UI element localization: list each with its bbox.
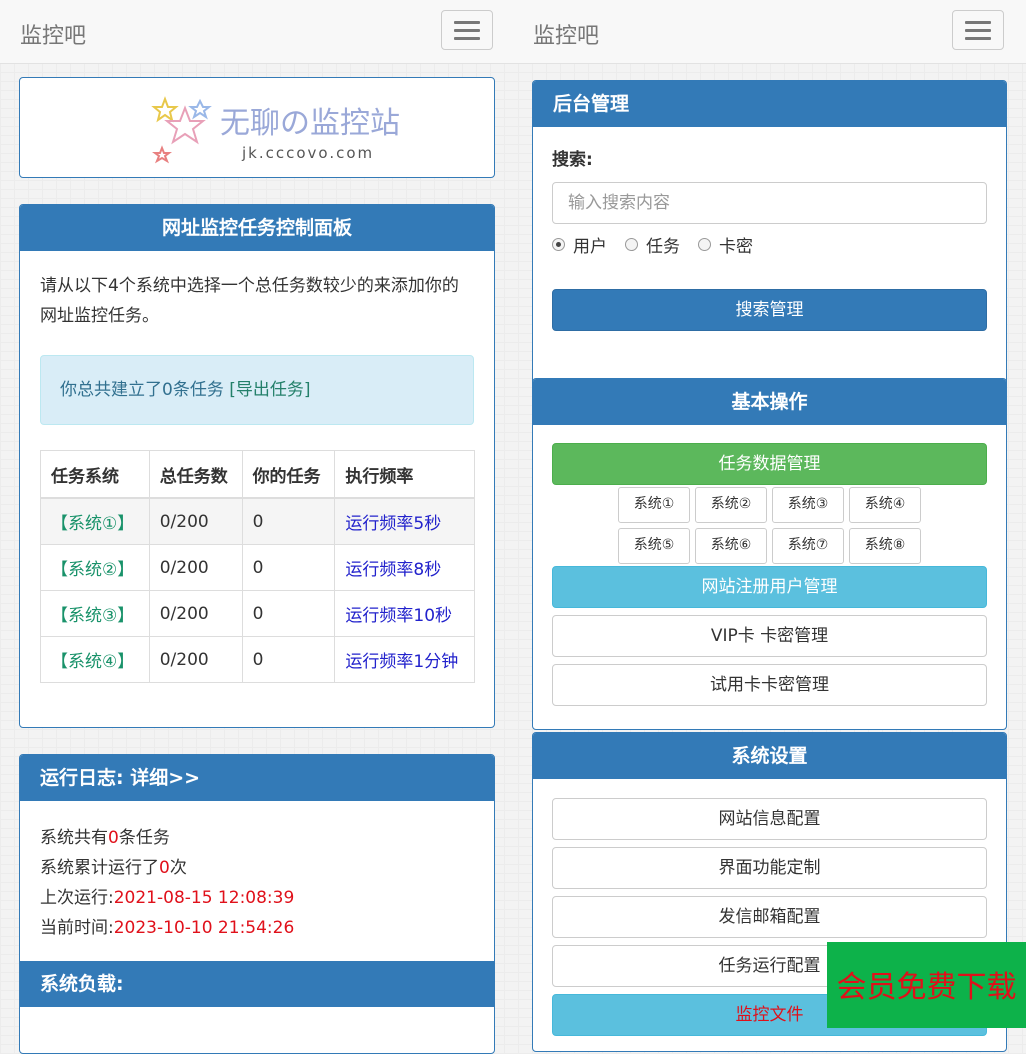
log-title-link[interactable]: 运行日志: 详细>> (20, 755, 494, 801)
vip-card-manage-button[interactable]: VIP卡 卡密管理 (552, 615, 987, 657)
ops-panel-title: 基本操作 (533, 379, 1006, 425)
promo-banner[interactable]: 会员免费下载 (827, 942, 1026, 1028)
site-logo-panel: 无聊の监控站 jk.cccovo.com (19, 77, 495, 178)
table-row: 【系统①】 0/200 0 运行频率5秒 (40, 497, 475, 545)
column-header: 你的任务 (241, 450, 336, 499)
admin-panel: 后台管理 搜索: 用户 任务 卡密 搜索管理 (532, 80, 1007, 400)
system-buttons-grid: 系统① 系统② 系统③ 系统④ 系统⑤ 系统⑥ 系统⑦ 系统⑧ (552, 487, 987, 564)
system-5-button[interactable]: 系统⑤ (618, 528, 690, 564)
task-count-alert: 你总共建立了0条任务 [导出任务] (40, 355, 474, 425)
search-type-radios: 用户 任务 卡密 (552, 232, 987, 257)
radio-unchecked-icon (625, 238, 638, 251)
system-link[interactable]: 【系统③】 (51, 606, 134, 626)
system-table: 任务系统 总任务数 你的任务 执行频率 【系统①】 0/200 0 运行频率5秒… (40, 450, 475, 683)
frequency-link[interactable]: 运行频率1分钟 (345, 652, 458, 672)
system-8-button[interactable]: 系统⑧ (849, 528, 921, 564)
top-navbar-right: 监控吧 (513, 0, 1026, 64)
my-tasks-cell: 0 (241, 636, 336, 683)
system-1-button[interactable]: 系统① (618, 487, 690, 523)
site-info-config-button[interactable]: 网站信息配置 (552, 798, 987, 840)
my-tasks-cell: 0 (241, 590, 336, 637)
my-tasks-cell: 0 (241, 497, 336, 545)
total-tasks-cell: 0/200 (148, 544, 243, 591)
task-control-panel: 网址监控任务控制面板 请从以下4个系统中选择一个总任务数较少的来添加你的网址监控… (19, 204, 495, 728)
system-link[interactable]: 【系统②】 (51, 560, 134, 580)
export-tasks-link[interactable]: [导出任务] (229, 380, 310, 400)
radio-checked-icon (552, 238, 565, 251)
alert-text: 你总共建立了0条任务 (60, 380, 230, 400)
total-tasks-cell: 0/200 (148, 590, 243, 637)
system-load-title: 系统负载: (20, 961, 494, 1007)
brand-link-right[interactable]: 监控吧 (533, 18, 599, 50)
admin-panel-title: 后台管理 (533, 81, 1006, 127)
search-label: 搜索: (552, 150, 593, 170)
run-log-panel: 运行日志: 详细>> 系统共有0条任务 系统累计运行了0次 上次运行:2021-… (19, 754, 495, 1054)
logo-domain: jk.cccovo.com (241, 144, 374, 162)
my-tasks-cell: 0 (241, 544, 336, 591)
ui-customize-button[interactable]: 界面功能定制 (552, 847, 987, 889)
table-row: 【系统③】 0/200 0 运行频率10秒 (40, 590, 475, 637)
intro-text: 请从以下4个系统中选择一个总任务数较少的来添加你的网址监控任务。 (40, 276, 459, 326)
total-tasks-cell: 0/200 (148, 497, 243, 545)
system-link[interactable]: 【系统④】 (51, 652, 134, 672)
search-manage-button[interactable]: 搜索管理 (552, 289, 987, 331)
user-manage-button[interactable]: 网站注册用户管理 (552, 566, 987, 608)
panel-title: 网址监控任务控制面板 (20, 205, 494, 251)
stars-icon (151, 96, 212, 164)
top-navbar-left: 监控吧 (0, 0, 513, 64)
radio-task[interactable]: 任务 (625, 232, 680, 257)
log-body: 系统共有0条任务 系统累计运行了0次 上次运行:2021-08-15 12:08… (20, 801, 494, 943)
system-4-button[interactable]: 系统④ (849, 487, 921, 523)
trial-card-manage-button[interactable]: 试用卡卡密管理 (552, 664, 987, 706)
logo-title: 无聊の监控站 (220, 106, 400, 141)
column-header: 任务系统 (40, 450, 150, 499)
system-6-button[interactable]: 系统⑥ (695, 528, 767, 564)
system-2-button[interactable]: 系统② (695, 487, 767, 523)
hamburger-icon (965, 20, 991, 24)
mail-config-button[interactable]: 发信邮箱配置 (552, 896, 987, 938)
log-line-run-count: 系统累计运行了0次 (40, 858, 187, 878)
hamburger-icon (454, 20, 480, 24)
log-line-task-count: 系统共有0条任务 (40, 828, 170, 848)
basic-operations-panel: 基本操作 任务数据管理 系统① 系统② 系统③ 系统④ 系统⑤ 系统⑥ 系统⑦ … (532, 378, 1007, 730)
radio-unchecked-icon (698, 238, 711, 251)
total-tasks-cell: 0/200 (148, 636, 243, 683)
system-link[interactable]: 【系统①】 (51, 514, 134, 534)
column-header: 总任务数 (148, 450, 243, 499)
log-line-last-run: 上次运行:2021-08-15 12:08:39 (40, 888, 295, 908)
menu-toggle-button-right[interactable] (952, 10, 1004, 50)
log-line-current-time: 当前时间:2023-10-10 21:54:26 (40, 918, 295, 938)
radio-user[interactable]: 用户 (552, 232, 607, 257)
system-7-button[interactable]: 系统⑦ (772, 528, 844, 564)
search-input[interactable] (552, 182, 987, 224)
settings-panel-title: 系统设置 (533, 733, 1006, 779)
column-header: 执行频率 (334, 450, 475, 499)
table-row: 【系统②】 0/200 0 运行频率8秒 (40, 544, 475, 591)
menu-toggle-button[interactable] (441, 10, 493, 50)
system-3-button[interactable]: 系统③ (772, 487, 844, 523)
frequency-link[interactable]: 运行频率8秒 (345, 560, 441, 580)
table-row: 【系统④】 0/200 0 运行频率1分钟 (40, 636, 475, 683)
frequency-link[interactable]: 运行频率10秒 (345, 606, 452, 626)
radio-card[interactable]: 卡密 (698, 232, 753, 257)
frequency-link[interactable]: 运行频率5秒 (345, 514, 441, 534)
site-logo: 无聊の监控站 jk.cccovo.com (151, 96, 400, 164)
brand-link[interactable]: 监控吧 (20, 18, 86, 50)
task-data-manage-button[interactable]: 任务数据管理 (552, 443, 987, 485)
